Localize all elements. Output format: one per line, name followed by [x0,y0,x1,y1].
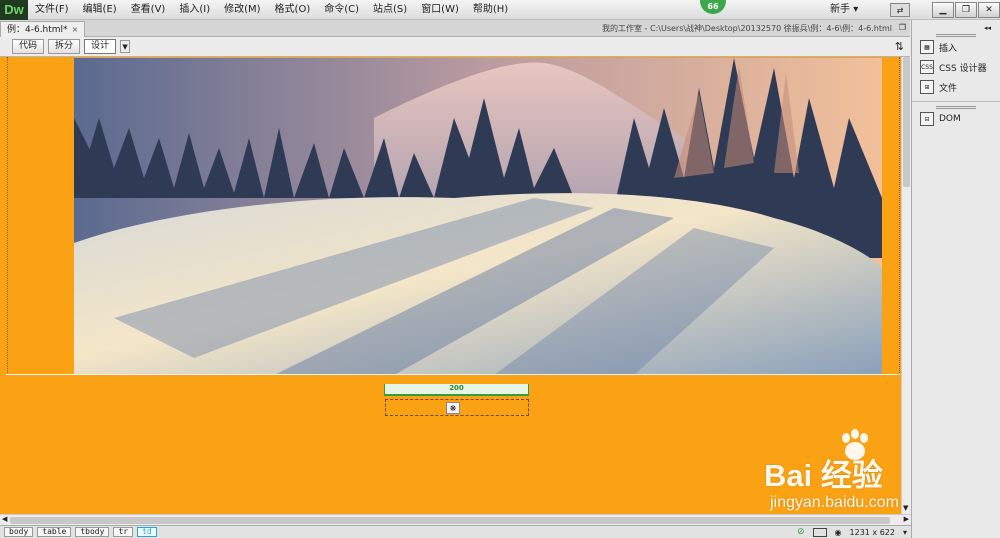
scroll-left-icon[interactable]: ◀ [2,515,7,523]
tag-selector-table[interactable]: table [37,527,72,537]
tag-selector-td[interactable]: td [137,527,157,537]
document-tab-bar: 例：4-6.html* × 我的工作室 - C:\Users\战神\Deskto… [0,20,910,37]
code-view-button[interactable]: 代码 [12,39,45,54]
scroll-down-icon[interactable]: ▼ [903,504,908,512]
menu-edit[interactable]: 编辑(E) [76,0,124,20]
globe-icon[interactable]: ◉ [835,528,842,537]
chevron-down-icon[interactable]: ▾ [903,528,907,537]
panel-item-label: 文件 [939,83,958,94]
view-toolbar: 代码 拆分 设计 ▼ ⇅ [0,37,910,57]
cell-properties-icon[interactable]: ❋ [446,402,460,414]
document-tab-label: 例：4-6.html* [7,24,68,35]
close-icon[interactable]: × [72,23,79,37]
menu-help[interactable]: 帮助(H) [466,0,515,20]
horizontal-scroll-thumb[interactable] [10,517,890,524]
restore-icon[interactable]: ❐ [955,2,977,18]
validation-check-icon[interactable]: ⊘ [797,527,805,537]
tag-selector-body[interactable]: body [4,527,34,537]
vertical-scrollbar[interactable]: ▼ [901,57,911,514]
screen-size-icon[interactable] [812,527,827,537]
panel-item-dom[interactable]: ⊟ DOM [912,109,1000,129]
split-view-button[interactable]: 拆分 [48,39,81,54]
menu-insert[interactable]: 插入(I) [172,0,217,20]
horizontal-scrollbar[interactable]: ◀ ▶ [0,514,911,525]
window-controls: ▁ ❐ ✕ [931,0,1000,18]
landscape-illustration [74,58,882,375]
status-right: ⊘ ◉ 1231 x 622 ▾ [797,526,907,538]
notification-badge[interactable]: 66 [700,0,726,14]
column-width-value: 200 [449,384,464,392]
restore-icon[interactable]: ❐ [899,23,906,32]
menu-site[interactable]: 站点(S) [366,0,414,20]
workspace-label: 新手 [830,4,850,15]
design-view-button[interactable]: 设计 [84,39,117,54]
panel-item-css-designer[interactable]: CSS CSS 设计器 [912,57,1000,77]
minimize-icon[interactable]: ▁ [932,2,954,18]
selected-table-cell[interactable]: ❋ [385,399,529,416]
document-path: 我的工作室 - C:\Users\战神\Desktop\20132570 徐振兵… [602,24,892,33]
scroll-right-icon[interactable]: ▶ [904,515,909,523]
panel-item-insert[interactable]: ▦ 插入 [912,37,1000,57]
menu-file[interactable]: 文件(F) [28,0,76,20]
app-logo: Dw [0,0,28,20]
collapse-panel-icon[interactable]: ◂◂ [984,24,991,32]
vertical-scroll-thumb[interactable] [903,57,910,187]
menu-format[interactable]: 格式(O) [268,0,318,20]
insert-icon: ▦ [920,40,934,54]
panel-item-files[interactable]: ⊞ 文件 [912,77,1000,97]
menu-view[interactable]: 查看(V) [124,0,173,20]
close-icon[interactable]: ✕ [978,2,1000,18]
snow-landscape-image[interactable] [74,58,882,375]
panel-item-label: 插入 [939,43,958,54]
status-bar: body table tbody tr td ⊘ ◉ 1231 x 622 ▾ [0,525,911,538]
panel-item-label: CSS 设计器 [939,63,987,74]
tag-selector-tbody[interactable]: tbody [75,527,110,537]
window-dimensions: 1231 x 622 [849,527,895,537]
chevron-down-icon[interactable]: ▼ [120,40,131,53]
right-panel: ◂◂ ▦ 插入 CSS CSS 设计器 ⊞ 文件 ⊟ DOM [911,20,1000,538]
menu-commands[interactable]: 命令(C) [317,0,366,20]
chevron-down-icon: ▾ [853,4,859,15]
sort-icon[interactable]: ⇅ [895,40,904,53]
menu-modify[interactable]: 修改(M) [217,0,267,20]
design-canvas[interactable]: 200 ❋ [0,57,901,514]
panel-item-label: DOM [939,114,961,124]
column-width-indicator[interactable]: 200 [384,384,529,396]
css-designer-icon: CSS [920,60,934,74]
tag-selector-tr[interactable]: tr [113,527,134,537]
workspace-switcher[interactable]: 新手 ▾ [830,0,858,20]
panel-divider [912,101,1000,102]
dom-icon: ⊟ [920,112,934,126]
table-row-divider [6,374,900,375]
menu-window[interactable]: 窗口(W) [414,0,466,20]
files-icon: ⊞ [920,80,934,94]
sync-settings-icon[interactable]: ⇄ [890,3,910,17]
document-tab[interactable]: 例：4-6.html* × [0,21,86,37]
menu-bar: Dw 文件(F) 编辑(E) 查看(V) 插入(I) 修改(M) 格式(O) 命… [0,0,1000,20]
